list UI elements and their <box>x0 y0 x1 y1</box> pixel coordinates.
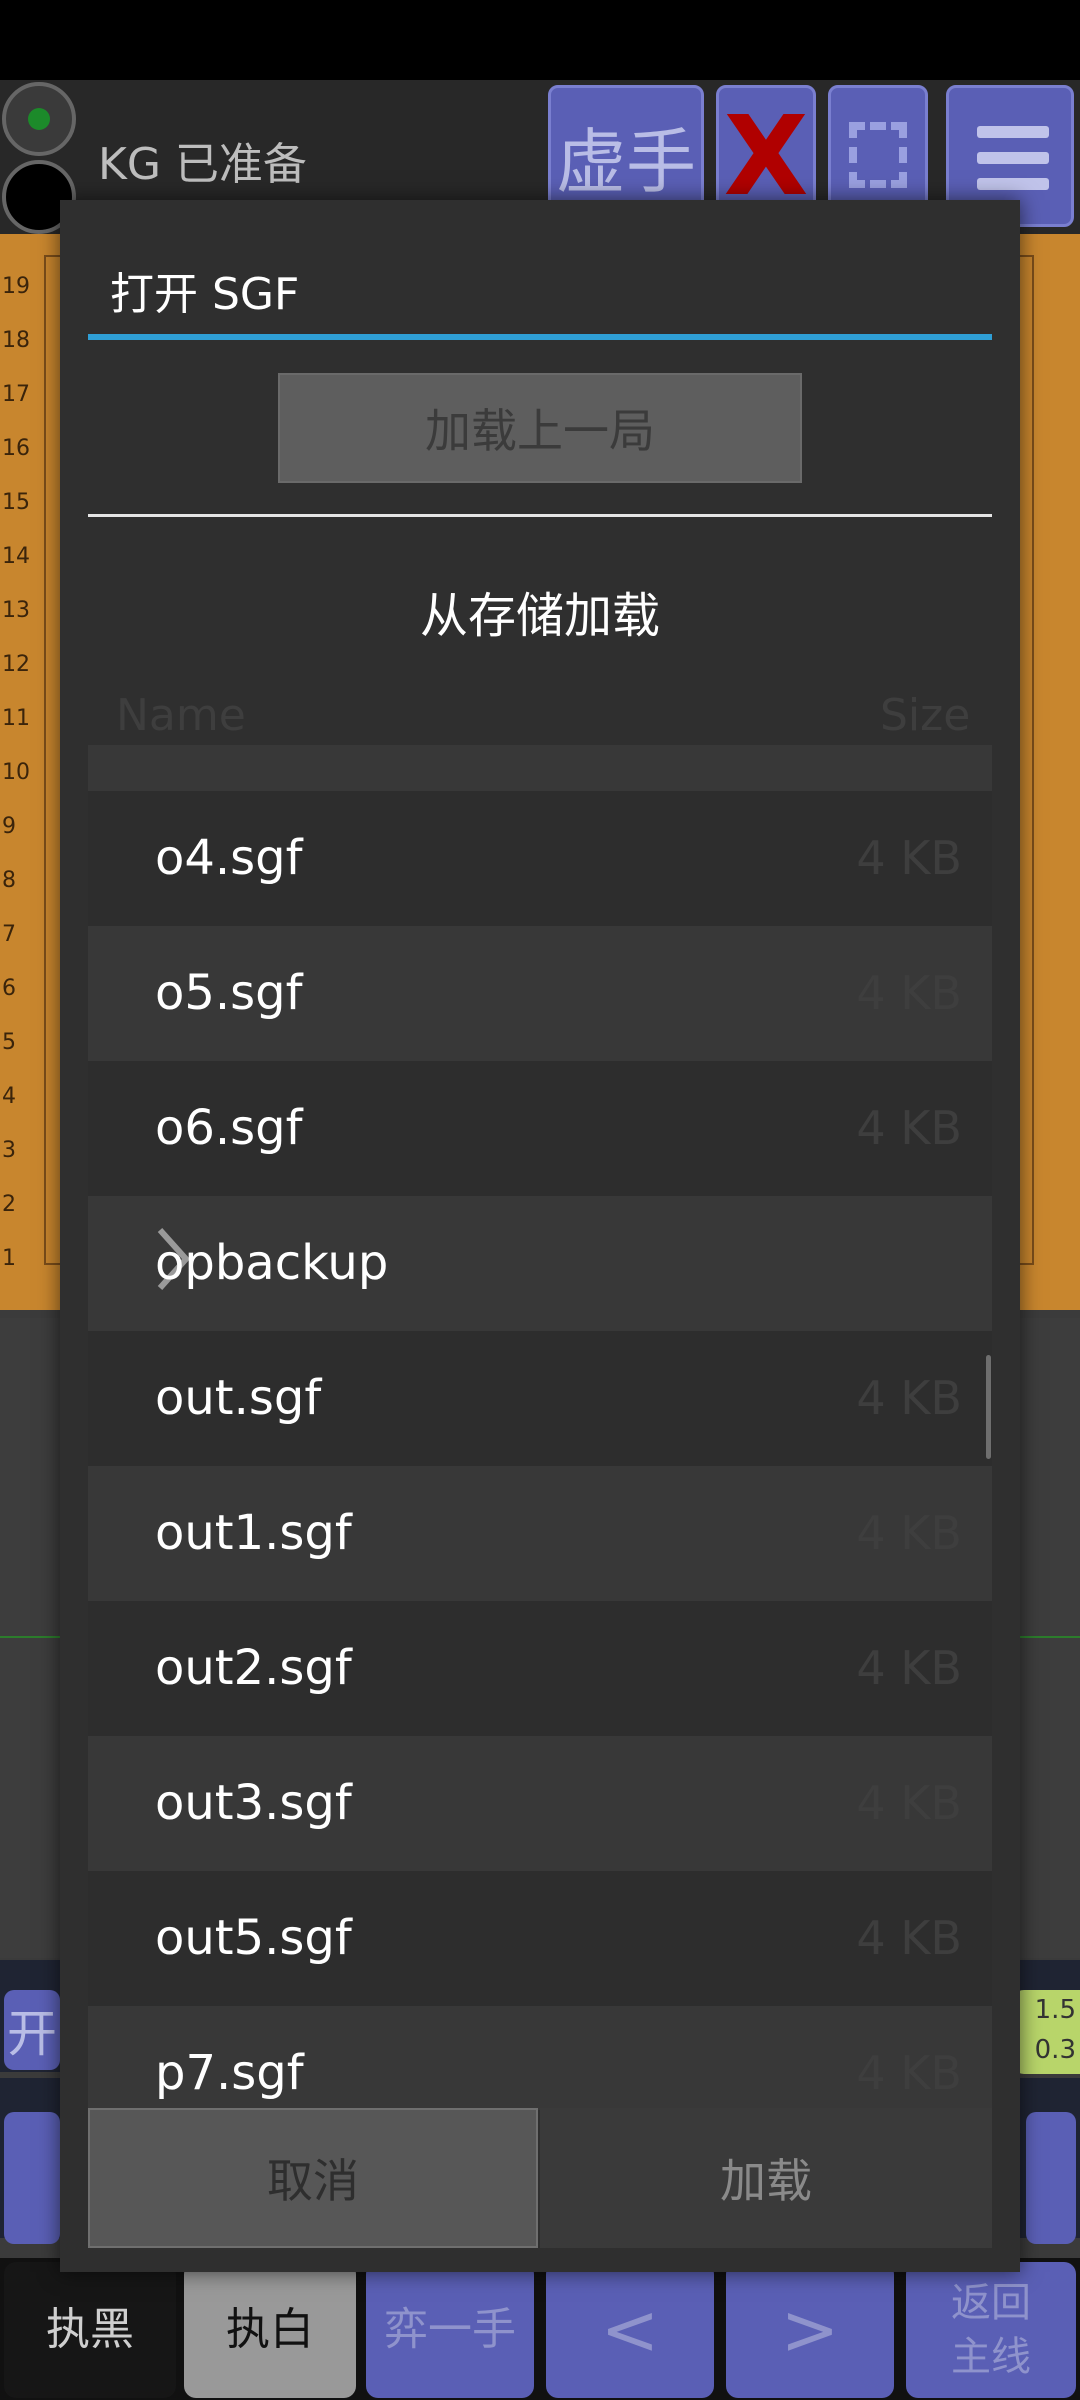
return-main-line-button[interactable]: 返回 主线 <box>906 2262 1076 2398</box>
file-name: out.sgf <box>155 1370 322 1426</box>
left-control-button[interactable]: 开 <box>4 1990 60 2070</box>
board-row-number: 19 <box>2 274 30 299</box>
load-last-game-button[interactable]: 加载上一局 <box>278 373 802 483</box>
file-row[interactable]: out3.sgf 4 KB <box>88 1736 992 1871</box>
board-row-number: 10 <box>2 760 30 785</box>
file-size: 4 KB <box>856 831 962 885</box>
board-row-number: 14 <box>2 544 30 569</box>
next-move-button[interactable]: > <box>726 2262 894 2398</box>
board-row-number: 4 <box>2 1084 16 1109</box>
file-name: out3.sgf <box>155 1775 352 1831</box>
nav-left-button[interactable] <box>4 2112 60 2244</box>
board-row-number: 13 <box>2 598 30 623</box>
board-row-number: 15 <box>2 490 30 515</box>
file-row[interactable]: o5.sgf 4 KB <box>88 926 992 1061</box>
file-row[interactable]: out2.sgf 4 KB <box>88 1601 992 1736</box>
file-name: out5.sgf <box>155 1910 352 1966</box>
play-black-button[interactable]: 执黑 <box>4 2262 176 2398</box>
file-size: 4 KB <box>856 1911 962 1965</box>
file-name: o6.sgf <box>155 1100 303 1156</box>
engine-status-light[interactable] <box>2 82 76 156</box>
board-row-number: 12 <box>2 652 30 677</box>
green-dot-icon <box>28 108 50 130</box>
file-name: out1.sgf <box>155 1505 352 1561</box>
file-name: out2.sgf <box>155 1640 352 1696</box>
board-row-number: 6 <box>2 976 16 1001</box>
section-divider <box>88 514 992 517</box>
board-row-number: 7 <box>2 922 16 947</box>
column-header-name[interactable]: Name <box>116 690 246 741</box>
file-row[interactable]: out1.sgf 4 KB <box>88 1466 992 1601</box>
file-name: opbackup <box>155 1235 389 1291</box>
file-name: p7.sgf <box>155 2045 304 2101</box>
engine-status-text: KG 已准备 <box>98 139 307 190</box>
file-row[interactable]: p7.sgf 4 KB <box>88 2006 992 2110</box>
board-row-number: 18 <box>2 328 30 353</box>
board-row-number: 1 <box>2 1246 16 1271</box>
nav-right-button[interactable] <box>1026 2112 1076 2244</box>
play-one-move-button[interactable]: 弈一手 <box>366 2262 534 2398</box>
load-button[interactable]: 加载 <box>540 2108 992 2248</box>
file-size: 4 KB <box>856 1776 962 1830</box>
board-row-number: 17 <box>2 382 30 407</box>
board-row-number: 16 <box>2 436 30 461</box>
file-name: o4.sgf <box>155 830 303 886</box>
cancel-button[interactable]: 取消 <box>88 2108 538 2248</box>
previous-move-button[interactable]: < <box>546 2262 714 2398</box>
board-row-number: 3 <box>2 1138 16 1163</box>
score-badge: 1.5 0.3 <box>1010 1990 1080 2074</box>
scrollbar[interactable] <box>986 1355 991 1459</box>
file-row-partial[interactable] <box>88 745 992 791</box>
file-row[interactable]: o4.sgf 4 KB <box>88 791 992 926</box>
board-row-number: 11 <box>2 706 30 731</box>
board-row-number: 9 <box>2 814 16 839</box>
file-size: 4 KB <box>856 1371 962 1425</box>
column-header-size[interactable]: Size <box>880 690 970 741</box>
dialog-title: 打开 SGF <box>110 269 300 320</box>
play-white-button[interactable]: 执白 <box>184 2262 356 2398</box>
file-list[interactable]: o4.sgf 4 KB o5.sgf 4 KB o6.sgf 4 KB opbackup ou… <box>88 745 992 2110</box>
load-from-storage-heading: 从存储加载 <box>419 588 660 644</box>
file-row[interactable]: out5.sgf 4 KB <box>88 1871 992 2006</box>
board-row-number: 2 <box>2 1192 16 1217</box>
folder-row[interactable]: opbackup <box>88 1196 992 1331</box>
file-row[interactable]: out.sgf 4 KB <box>88 1331 992 1466</box>
file-size: 4 KB <box>856 1506 962 1560</box>
dashed-square-icon <box>849 122 907 188</box>
title-divider <box>88 334 992 340</box>
file-row[interactable]: o6.sgf 4 KB <box>88 1061 992 1196</box>
return-main-line-label: 返回 主线 <box>951 2280 1031 2380</box>
board-row-number: 8 <box>2 868 16 893</box>
file-size: 4 KB <box>856 2046 962 2100</box>
file-size: 4 KB <box>856 1101 962 1155</box>
board-row-number: 5 <box>2 1030 16 1055</box>
file-size: 4 KB <box>856 966 962 1020</box>
file-name: o5.sgf <box>155 965 303 1021</box>
file-size: 4 KB <box>856 1641 962 1695</box>
